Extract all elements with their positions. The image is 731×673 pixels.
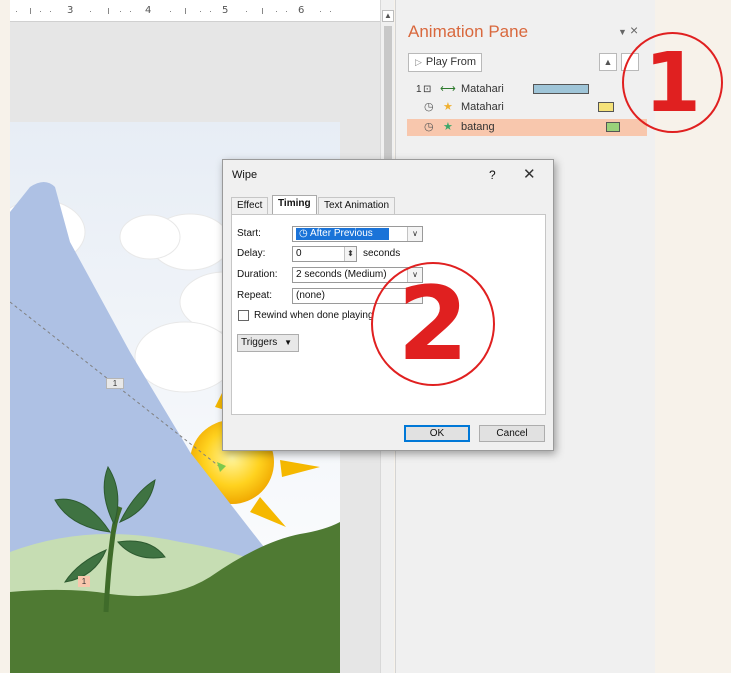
item-label: Matahari bbox=[461, 101, 504, 113]
animation-list-item[interactable]: ◷ ★ Matahari bbox=[408, 99, 643, 116]
rewind-label: Rewind when done playing bbox=[254, 310, 374, 321]
play-from-label: Play From bbox=[425, 56, 477, 68]
tab-text-animation[interactable]: Text Animation bbox=[318, 197, 396, 214]
rewind-checkbox[interactable] bbox=[238, 310, 249, 321]
item-number: 1 bbox=[416, 84, 422, 95]
mouse-click-icon: ⊡ bbox=[423, 84, 432, 95]
delay-unit: seconds bbox=[363, 248, 401, 259]
animation-tag[interactable]: 1 bbox=[106, 378, 124, 389]
help-icon[interactable]: ? bbox=[489, 168, 496, 182]
chevron-down-icon[interactable]: ∨ bbox=[407, 227, 422, 241]
clock-icon: ◷ bbox=[424, 121, 434, 133]
timeline-bar[interactable] bbox=[606, 122, 620, 132]
ok-button[interactable]: OK bbox=[404, 425, 470, 442]
powerpoint-window: 3 4 5 6 1 1 ▲ Animation Pane ▼ × ▷ Play … bbox=[0, 0, 731, 673]
animation-list-item[interactable]: 1 ⊡ ⟷ Matahari bbox=[408, 81, 643, 98]
close-icon[interactable]: ✕ bbox=[523, 165, 536, 183]
duration-label: Duration: bbox=[237, 269, 278, 280]
delay-input[interactable]: 0 ⬍ bbox=[292, 246, 357, 262]
triggers-button[interactable]: Triggers ▼ bbox=[237, 334, 299, 352]
repeat-label: Repeat: bbox=[237, 290, 273, 301]
motion-path-icon: ⟷ bbox=[440, 83, 456, 95]
start-select[interactable]: ◷ After Previous ∨ bbox=[292, 226, 423, 242]
timeline-bar[interactable] bbox=[533, 84, 589, 94]
wipe-dialog: Wipe ? ✕ Effect Timing Text Animation St… bbox=[222, 159, 554, 451]
tab-timing[interactable]: Timing bbox=[272, 195, 317, 215]
annotation-circle: 1 bbox=[622, 32, 723, 133]
dialog-title: Wipe bbox=[232, 169, 258, 181]
star-icon: ★ bbox=[443, 101, 453, 113]
animation-list-item-selected[interactable]: ◷ ★ batang bbox=[407, 119, 647, 136]
ruler-label: 4 bbox=[145, 5, 152, 16]
star-icon: ★ bbox=[443, 121, 453, 133]
triggers-label: Triggers bbox=[241, 337, 278, 348]
ruler-label: 6 bbox=[298, 5, 305, 16]
clock-icon: ◷ bbox=[424, 101, 434, 113]
cancel-button[interactable]: Cancel bbox=[479, 425, 545, 442]
pane-title: Animation Pane bbox=[408, 22, 529, 41]
clock-icon: ◷ bbox=[299, 228, 310, 239]
scroll-thumb[interactable] bbox=[384, 26, 392, 176]
scroll-up-button[interactable]: ▲ bbox=[382, 10, 394, 22]
animation-tag[interactable]: 1 bbox=[78, 576, 90, 587]
delay-value: 0 bbox=[296, 248, 302, 259]
move-up-button[interactable]: ▲ bbox=[599, 53, 617, 71]
annotation-circle: 2 bbox=[371, 262, 495, 386]
tab-effect[interactable]: Effect bbox=[231, 197, 269, 214]
timeline-bar[interactable] bbox=[598, 102, 614, 112]
start-label: Start: bbox=[237, 228, 261, 239]
spinner-icon[interactable]: ⬍ bbox=[344, 247, 356, 261]
item-label: batang bbox=[461, 121, 495, 133]
repeat-value: (none) bbox=[296, 290, 325, 301]
play-from-button[interactable]: ▷ Play From bbox=[408, 53, 482, 72]
ruler-label: 5 bbox=[222, 5, 229, 16]
item-label: Matahari bbox=[461, 83, 504, 95]
start-value: After Previous bbox=[309, 228, 373, 239]
play-icon: ▷ bbox=[415, 57, 422, 67]
ruler-label: 3 bbox=[67, 5, 74, 16]
close-icon[interactable]: × bbox=[630, 22, 638, 38]
horizontal-ruler: 3 4 5 6 bbox=[10, 0, 380, 22]
chevron-down-icon[interactable]: ▼ bbox=[618, 27, 627, 37]
duration-value: 2 seconds (Medium) bbox=[296, 269, 387, 280]
double-chevron-down-icon: ▼ bbox=[284, 338, 293, 347]
delay-label: Delay: bbox=[237, 248, 266, 259]
